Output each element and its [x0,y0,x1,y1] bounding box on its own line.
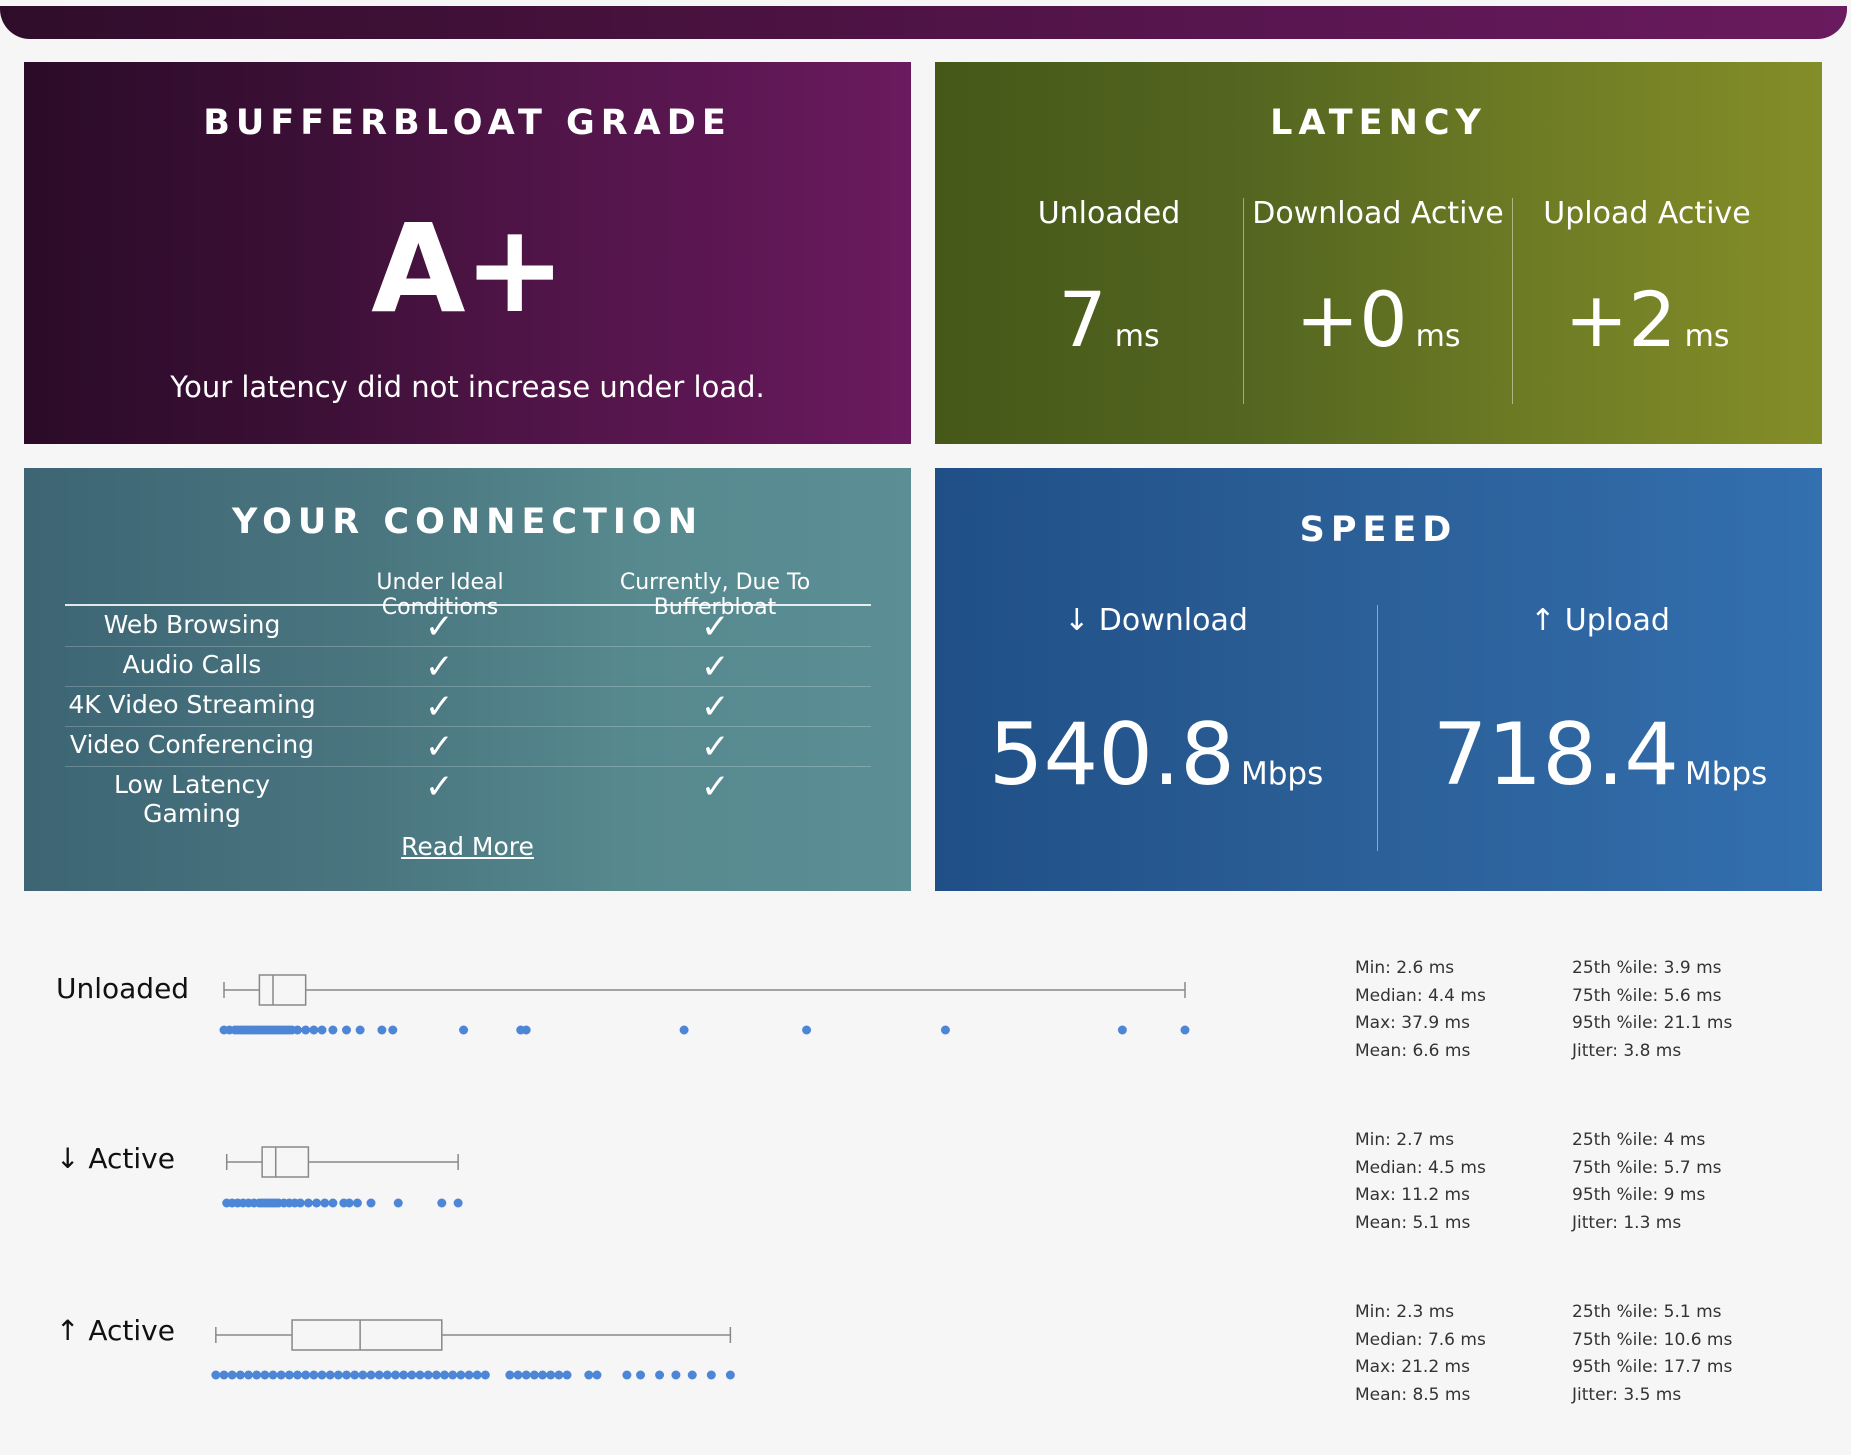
latency-sample-dot [342,1025,352,1035]
latency-sample-dot [655,1370,665,1380]
latency-sample-dot [276,1370,286,1380]
latency-sample-dot [366,1198,376,1208]
latency-sample-dot [407,1370,417,1380]
latency-sample-dot [227,1370,237,1380]
latency-sample-dot [480,1370,490,1380]
latency-sample-dot [456,1370,466,1380]
latency-sample-dot [562,1370,572,1380]
latency-sample-dot [538,1370,548,1380]
latency-boxplots [211,974,1190,1380]
latency-sample-dot [725,1370,735,1380]
latency-sample-dot [382,1370,392,1380]
latency-sample-dot [301,1025,311,1035]
latency-sample-dot [219,1370,229,1380]
latency-sample-dot [350,1370,360,1380]
latency-sample-dot [252,1370,262,1380]
iqr-box [291,1319,443,1351]
latency-sample-dot [1180,1025,1190,1035]
latency-sample-dot [235,1370,245,1380]
latency-sample-dot [355,1025,365,1035]
latency-sample-dot [459,1025,469,1035]
latency-sample-dot [388,1025,398,1035]
latency-sample-dot [415,1370,425,1380]
latency-sample-dot [333,1370,343,1380]
latency-sample-dot [940,1025,950,1035]
latency-sample-dot [802,1025,812,1035]
latency-sample-dot [622,1370,632,1380]
latency-sample-dot [554,1370,564,1380]
latency-sample-dot [636,1370,646,1380]
latency-sample-dot [344,1198,354,1208]
latency-sample-dot [513,1370,523,1380]
latency-sample-dot [309,1025,319,1035]
latency-sample-dot [472,1370,482,1380]
latency-sample-dot [671,1370,681,1380]
latency-sample-dot [464,1370,474,1380]
latency-sample-dot [284,1370,294,1380]
latency-sample-dot [706,1370,716,1380]
latency-sample-dot [437,1198,447,1208]
latency-sample-dot [521,1025,531,1035]
latency-sample-dot [325,1370,335,1380]
latency-sample-dot [320,1198,330,1208]
latency-sample-dot [453,1198,463,1208]
latency-sample-dot [505,1370,515,1380]
latency-sample-dot [366,1370,376,1380]
latency-sample-dot [342,1370,352,1380]
iqr-box [261,1146,310,1178]
latency-sample-dot [358,1370,368,1380]
latency-sample-dot [1117,1025,1127,1035]
latency-sample-dot [399,1370,409,1380]
latency-sample-dot [529,1370,539,1380]
latency-sample-dot [521,1370,531,1380]
latency-sample-dot [687,1370,697,1380]
latency-sample-dot [260,1370,270,1380]
latency-sample-dot [546,1370,556,1380]
latency-sample-dot [293,1025,303,1035]
latency-sample-dot [244,1370,254,1380]
latency-sample-dot [317,1025,327,1035]
latency-sample-dot [374,1370,384,1380]
latency-sample-dot [448,1370,458,1380]
latency-sample-dot [431,1370,441,1380]
iqr-box [258,974,307,1006]
latency-sample-dot [679,1025,689,1035]
latency-sample-dot [317,1370,327,1380]
latency-sample-dot [211,1370,221,1380]
latency-sample-dot [377,1025,387,1035]
latency-sample-dot [328,1025,338,1035]
latency-sample-dot [293,1370,303,1380]
latency-sample-dot [440,1370,450,1380]
latency-sample-dot [301,1370,311,1380]
latency-sample-dot [584,1370,594,1380]
latency-sample-dot [328,1198,338,1208]
latency-sample-dot [423,1370,433,1380]
latency-sample-dot [592,1370,602,1380]
latency-sample-dot [391,1370,401,1380]
latency-sample-dot [295,1198,305,1208]
latency-sample-dot [268,1370,278,1380]
latency-sample-dot [393,1198,403,1208]
latency-sample-dot [309,1370,319,1380]
latency-sample-dot [352,1198,362,1208]
latency-sample-dot [303,1198,313,1208]
latency-sample-dot [312,1198,322,1208]
